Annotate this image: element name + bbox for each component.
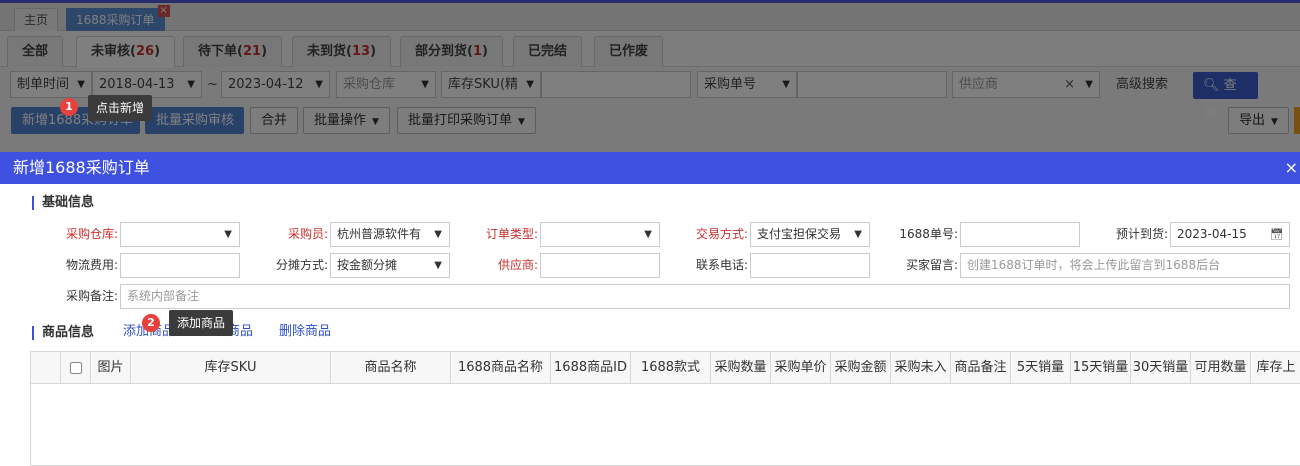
- dialog-title: 新增1688采购订单: [13, 158, 150, 177]
- column-header: 库存上: [1256, 360, 1296, 375]
- chevron-down-icon: ▼: [434, 260, 442, 271]
- order-1688-input[interactable]: [960, 222, 1080, 247]
- order-1688-label: 1688单号:: [899, 227, 958, 241]
- warehouse-dropdown[interactable]: ▼: [120, 222, 240, 247]
- dialog-header: 新增1688采购订单 ×: [0, 152, 1300, 184]
- column-header: 商品备注: [951, 352, 1011, 383]
- column-header: 30天销量: [1131, 352, 1191, 383]
- buyer-dropdown-value: 杭州普源软件有: [337, 227, 422, 241]
- buyer-label: 采购员:: [287, 227, 328, 241]
- freight-label: 物流费用:: [65, 258, 118, 272]
- goods-table-header: 图片 库存SKU 商品名称 1688商品名称 1688商品ID 1688款式 采…: [31, 352, 1300, 384]
- column-header: 采购金额: [831, 352, 891, 383]
- warehouse-label: 采购仓库:: [65, 227, 118, 241]
- eta-label: 预计到货:: [1115, 227, 1168, 241]
- basic-info-title: 基础信息: [32, 196, 94, 210]
- trade-method-value: 支付宝担保交易: [757, 227, 842, 241]
- column-header: 1688商品名称: [451, 352, 551, 383]
- buyer-message-label: 买家留言:: [905, 258, 958, 272]
- eta-date-value: 2023-04-15: [1177, 227, 1247, 241]
- column-header: 5天销量: [1011, 352, 1071, 383]
- chevron-down-icon: ▼: [434, 229, 442, 240]
- buyer-message-input[interactable]: 创建1688订单时，将会上传此留言到1688后台: [960, 253, 1290, 278]
- step-marker-1: 1: [60, 98, 78, 116]
- goods-table: 图片 库存SKU 商品名称 1688商品名称 1688商品ID 1688款式 采…: [30, 351, 1300, 466]
- phone-input[interactable]: [750, 253, 870, 278]
- chevron-down-icon: ▼: [854, 229, 862, 240]
- column-header: 采购数量: [711, 352, 771, 383]
- column-header: 采购单价: [771, 352, 831, 383]
- step-marker-2: 2: [142, 314, 160, 332]
- column-header: [31, 352, 61, 383]
- phone-label: 联系电话:: [695, 258, 748, 272]
- buyer-dropdown[interactable]: 杭州普源软件有 ▼: [330, 222, 450, 247]
- column-header: 库存SKU: [131, 352, 331, 383]
- select-all-checkbox-cell: [61, 352, 91, 383]
- order-type-label: 订单类型:: [485, 227, 538, 241]
- column-header: 15天销量: [1071, 352, 1131, 383]
- select-all-checkbox[interactable]: [69, 361, 82, 374]
- column-header: 采购未入: [891, 352, 951, 383]
- supplier-label: 供应商:: [497, 258, 538, 272]
- column-header: 商品名称: [331, 352, 451, 383]
- delete-goods-link[interactable]: 删除商品: [279, 323, 331, 341]
- tooltip-add-goods: 添加商品: [169, 310, 234, 336]
- new-order-dialog: 新增1688采购订单 × 基础信息 采购仓库: ▼ 采购员: 杭州普源软件有 ▼ …: [0, 152, 1300, 466]
- chevron-down-icon: ▼: [224, 229, 232, 240]
- trade-method-label: 交易方式:: [695, 227, 748, 241]
- trade-method-dropdown[interactable]: 支付宝担保交易 ▼: [750, 222, 870, 247]
- column-header: 1688款式: [631, 352, 711, 383]
- calendar-icon[interactable]: 📅︎: [1270, 223, 1284, 246]
- split-method-dropdown[interactable]: 按金额分摊 ▼: [330, 253, 450, 278]
- column-header: 可用数量: [1191, 352, 1251, 383]
- close-icon[interactable]: ×: [1285, 152, 1298, 184]
- chevron-down-icon: ▼: [644, 229, 652, 240]
- order-type-dropdown[interactable]: ▼: [540, 222, 660, 247]
- column-header: 图片: [91, 352, 131, 383]
- column-header: 1688商品ID: [551, 352, 631, 383]
- supplier-input[interactable]: [540, 253, 660, 278]
- eta-date-input[interactable]: 2023-04-15 📅︎: [1170, 222, 1290, 247]
- split-method-value: 按金额分摊: [337, 258, 398, 272]
- remark-input[interactable]: 系统内部备注: [120, 284, 1290, 309]
- tooltip-click-new: 点击新增: [88, 95, 153, 121]
- split-method-label: 分摊方式:: [275, 258, 328, 272]
- goods-info-title: 商品信息: [32, 326, 94, 340]
- remark-label: 采购备注:: [65, 289, 118, 303]
- freight-input[interactable]: [120, 253, 240, 278]
